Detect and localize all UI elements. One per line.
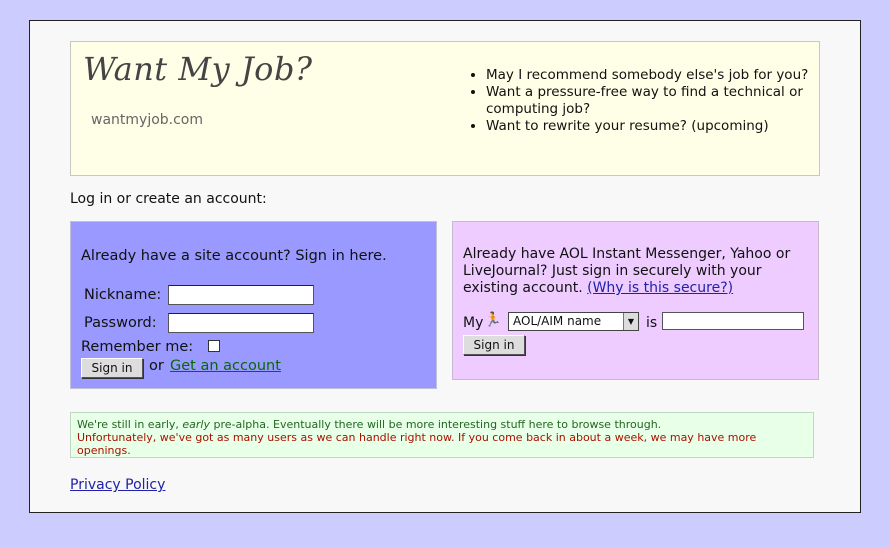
notice-text: pre-alpha. Eventually there will be more… [210, 418, 662, 431]
site-login-heading: Already have a site account? Sign in her… [81, 248, 387, 264]
remember-me-label: Remember me: [81, 339, 194, 355]
notice-text: We're still in early, [77, 418, 183, 431]
password-input[interactable] [168, 313, 314, 333]
why-secure-link[interactable]: (Why is this secure?) [587, 280, 733, 296]
aim-running-man-icon: 🏃 [484, 312, 502, 328]
notice-box: We're still in early, early pre-alpha. E… [70, 412, 814, 458]
notice-line-1: We're still in early, early pre-alpha. E… [77, 418, 813, 431]
site-signin-button[interactable]: Sign in [81, 358, 143, 378]
site-login-panel: Already have a site account? Sign in her… [70, 221, 437, 389]
privacy-policy-link[interactable]: Privacy Policy [70, 477, 165, 493]
remember-me-checkbox[interactable] [208, 340, 220, 352]
site-header: Want My Job? wantmyjob.com May I recomme… [70, 41, 820, 176]
chevron-down-icon[interactable]: ▼ [623, 313, 638, 330]
or-text: or [149, 358, 164, 374]
page-frame: Want My Job? wantmyjob.com May I recomme… [29, 20, 861, 513]
pitch-item: Want to rewrite your resume? (upcoming) [486, 118, 826, 135]
pitch-list: May I recommend somebody else's job for … [469, 67, 826, 135]
nickname-input[interactable] [168, 285, 314, 305]
site-title: Want My Job? [83, 50, 313, 88]
is-label: is [646, 315, 658, 331]
im-service-select[interactable]: AOL/AIM name ▼ [508, 312, 639, 331]
im-login-description: Already have AOL Instant Messenger, Yaho… [463, 246, 813, 297]
pitch-item: May I recommend somebody else's job for … [486, 67, 826, 84]
site-domain: wantmyjob.com [91, 112, 204, 128]
notice-emphasis: early [182, 418, 211, 431]
im-username-input[interactable] [662, 312, 804, 330]
im-signin-button[interactable]: Sign in [463, 335, 525, 355]
notice-line-2: Unfortunately, we've got as many users a… [77, 431, 757, 457]
my-label: My [463, 315, 484, 331]
pitch-item: Want a pressure-free way to find a techn… [486, 84, 826, 118]
nickname-label: Nickname: [84, 287, 162, 303]
get-account-link[interactable]: Get an account [170, 358, 281, 374]
im-login-panel: Already have AOL Instant Messenger, Yaho… [452, 221, 819, 380]
login-prompt: Log in or create an account: [70, 191, 267, 207]
password-label: Password: [84, 315, 157, 331]
im-service-value: AOL/AIM name [513, 314, 602, 328]
